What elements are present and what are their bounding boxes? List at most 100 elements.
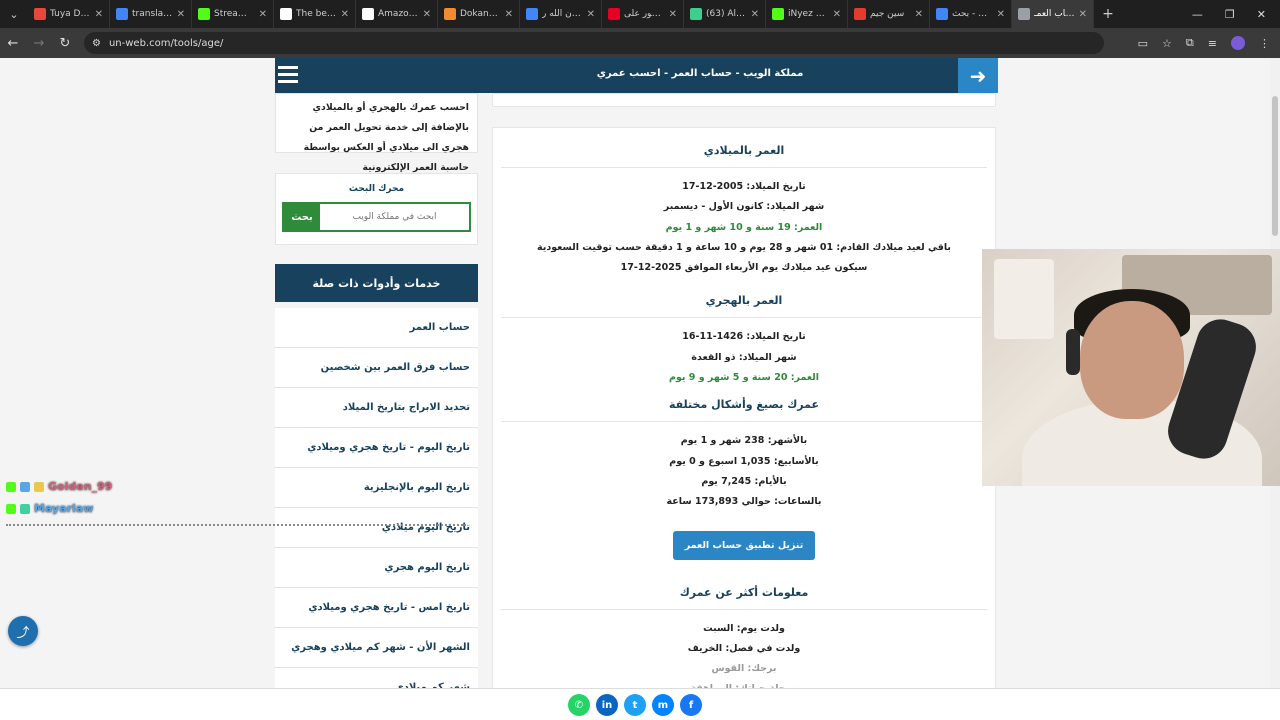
browser-tab-bar: ⌄ Tuya Deve✕translate -✕Stream - K✕The b… [0, 0, 1280, 28]
tab-search-icon[interactable]: ⌄ [0, 0, 28, 28]
browser-tab[interactable]: iNyez Stre ✕ [766, 0, 848, 28]
tab-title: حساب العمـ [1034, 9, 1075, 19]
browser-tab[interactable]: (63) Alert ✕ [684, 0, 766, 28]
linkedin-icon[interactable]: in [596, 694, 618, 716]
service-link[interactable]: الشهر الأن - شهر كم ميلادي وهجري [275, 628, 478, 668]
tab-title: فمان الله ر [542, 9, 583, 19]
services-list: حساب العمر حساب فرق العمر بين شخصين تحديد … [275, 308, 478, 688]
gregorian-title: العمر بالميلادي [501, 128, 987, 168]
age-in-weeks: بالأسابيع: 1,035 اسبوع و 0 يوم [669, 455, 819, 467]
tab-close-icon[interactable]: ✕ [669, 9, 677, 20]
age-results: العمر بالميلادي تاريخ الميلاد: 2005-12-1… [492, 127, 996, 688]
age-in-days: بالأيام: 7,245 يوم [701, 475, 787, 487]
tab-close-icon[interactable]: ✕ [1079, 9, 1087, 20]
tab-close-icon[interactable]: ✕ [833, 9, 841, 20]
webcam-overlay [982, 249, 1280, 486]
facebook-icon[interactable]: f [680, 694, 702, 716]
tab-title: (63) Alert [706, 9, 747, 19]
intro-text: احسب عمرك بالهجري أو بالميلادي بالإضافة … [275, 93, 478, 173]
address-bar[interactable]: ⚙ un-web.com/tools/age/ [84, 32, 1104, 54]
chat-username: Golden_99 [48, 480, 113, 493]
services-heading: خدمات وأدوات ذات صلة [275, 264, 478, 302]
tab-close-icon[interactable]: ✕ [95, 9, 103, 20]
site-info-icon[interactable]: ⚙ [92, 38, 101, 49]
browser-tab[interactable]: translate - ✕ [110, 0, 192, 28]
bookmark-star-icon[interactable]: ☆ [1162, 37, 1172, 50]
profile-avatar[interactable] [1231, 36, 1245, 50]
browser-tab[interactable]: فمان الله ر ✕ [520, 0, 602, 28]
browser-toolbar: ← → ↻ ⚙ un-web.com/tools/age/ ▭ ☆ ⧉ ≡ ⋮ [0, 28, 1280, 58]
browser-tab[interactable]: DokanTIP ✕ [438, 0, 520, 28]
tab-close-icon[interactable]: ✕ [751, 9, 759, 20]
tab-title: DokanTIP [460, 9, 501, 19]
service-link[interactable]: تاريخ اليوم هجري [275, 548, 478, 588]
tab-close-icon[interactable]: ✕ [177, 9, 185, 20]
search-button[interactable]: بحث [284, 204, 320, 230]
browser-tab[interactable]: Amazon.sa ✕ [356, 0, 438, 28]
service-link[interactable]: تحديد الابراج بتاريخ الميلاد [275, 388, 478, 428]
browser-tab[interactable]: Tuya Deve ✕ [28, 0, 110, 28]
site-title[interactable]: مملكة الويب - حساب العمر - احسب عمري [540, 68, 860, 79]
forward-icon[interactable]: → [26, 36, 52, 51]
browser-tab[interactable]: Stream - K ✕ [192, 0, 274, 28]
share-icon[interactable]: ⤴ [8, 616, 38, 646]
service-link[interactable]: تاريخ اليوم بالإنجليزية [275, 468, 478, 508]
browser-tab[interactable]: منشور علی ✕ [602, 0, 684, 28]
service-link[interactable]: شهر كم ميلادي [275, 668, 478, 688]
new-tab-button[interactable]: + [1094, 6, 1122, 22]
zodiac: برجك: القوس [711, 663, 777, 675]
tab-favicon-icon [854, 8, 866, 20]
scrollbar-thumb[interactable] [1272, 96, 1278, 236]
service-link[interactable]: تاريخ امس - تاريخ هجري وميلادي [275, 588, 478, 628]
close-window-icon[interactable]: ✕ [1257, 8, 1266, 21]
tab-close-icon[interactable]: ✕ [341, 9, 349, 20]
tab-close-icon[interactable]: ✕ [587, 9, 595, 20]
whatsapp-icon[interactable]: ✆ [568, 694, 590, 716]
hamburger-menu-icon[interactable] [278, 66, 298, 84]
tab-close-icon[interactable]: ✕ [505, 9, 513, 20]
cast-icon[interactable]: ▭ [1138, 37, 1148, 50]
tab-title: منشور علی [624, 9, 665, 19]
tab-favicon-icon [526, 8, 538, 20]
tab-title: The best C [296, 9, 337, 19]
messenger-icon[interactable]: m [652, 694, 674, 716]
gregorian-birth: تاريخ الميلاد: 2005-12-17 [682, 181, 806, 192]
tab-close-icon[interactable]: ✕ [259, 9, 267, 20]
service-link[interactable]: تاريخ اليوم - تاريخ هجري وميلادي [275, 428, 478, 468]
minimize-icon[interactable]: — [1192, 8, 1203, 21]
webcam-lamp [994, 259, 1054, 339]
audio-waveform [6, 524, 466, 534]
service-link[interactable]: حساب العمر [275, 308, 478, 348]
download-app-button[interactable]: تنزيل تطبيق حساب العمر [672, 530, 816, 560]
tab-favicon-icon [936, 8, 948, 20]
reload-icon[interactable]: ↻ [52, 36, 78, 51]
back-icon[interactable]: ← [0, 36, 26, 51]
tab-title: سين جيم [870, 9, 905, 19]
restore-icon[interactable]: ❐ [1225, 8, 1235, 21]
top-card-strip [492, 93, 996, 107]
twitter-icon[interactable]: t [624, 694, 646, 716]
browser-tab[interactable]: The best C ✕ [274, 0, 356, 28]
tab-close-icon[interactable]: ✕ [915, 9, 923, 20]
gregorian-age: العمر: 19 سنة و 10 شهر و 1 يوم [665, 221, 823, 233]
tab-title: Amazon.sa [378, 9, 419, 19]
search-input[interactable] [320, 204, 469, 230]
formats-title: عمرك بصيغ وأشكال مختلفة [501, 388, 987, 423]
extensions-icon[interactable]: ⧉ [1186, 36, 1194, 50]
browser-tab[interactable]: سين جيم ✕ [848, 0, 930, 28]
gregorian-month: شهر الميلاد: كانون الأول - ديسمبر [663, 201, 825, 213]
arrow-right-icon[interactable]: ➜ [958, 58, 998, 93]
browser-tab[interactable]: تعلم - بحث ✕ [930, 0, 1012, 28]
media-icon[interactable]: ≡ [1208, 37, 1217, 50]
tab-favicon-icon [116, 8, 128, 20]
tab-title: تعلم - بحث [952, 9, 993, 19]
sub-badge-icon [20, 481, 30, 492]
tab-close-icon[interactable]: ✕ [997, 9, 1005, 20]
hijri-title: العمر بالهجري [501, 278, 987, 319]
menu-dots-icon[interactable]: ⋮ [1259, 37, 1270, 50]
tab-close-icon[interactable]: ✕ [423, 9, 431, 20]
service-link[interactable]: حساب فرق العمر بين شخصين [275, 348, 478, 388]
tab-favicon-icon [444, 8, 456, 20]
birth-season: ولدت في فصل: الخريف [687, 642, 801, 654]
browser-tab[interactable]: حساب العمـ ✕ [1012, 0, 1094, 28]
